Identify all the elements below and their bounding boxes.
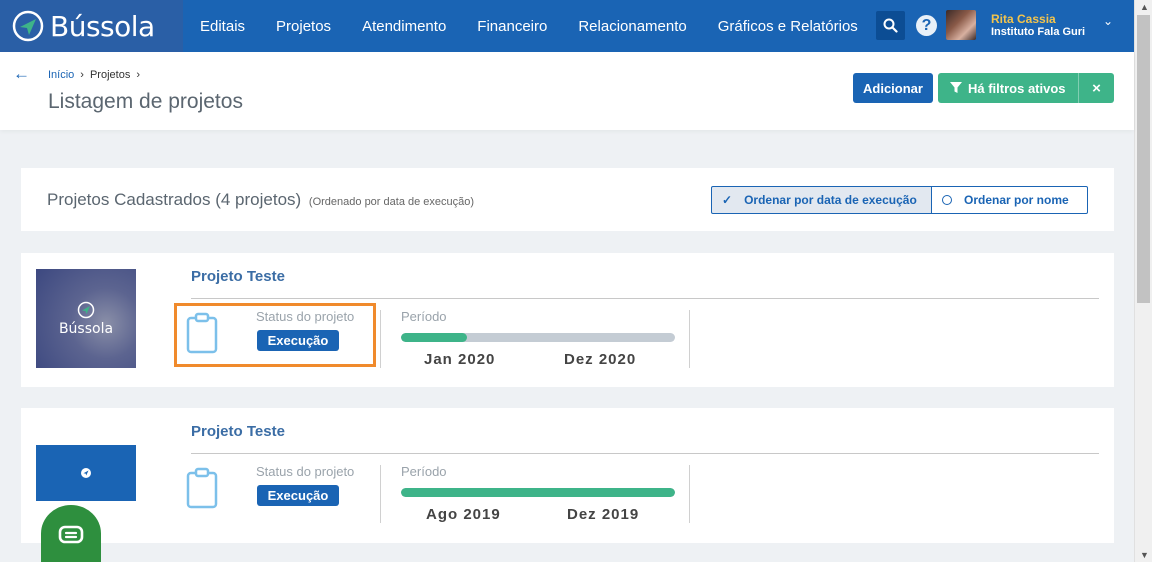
project-card[interactable]: Projeto Teste Status do projeto Execução… <box>21 408 1114 543</box>
check-icon: ✓ <box>722 193 733 207</box>
search-button[interactable] <box>876 11 905 40</box>
highlight-box <box>174 303 376 367</box>
nav-graficos-relatorios[interactable]: Gráficos e Relatórios <box>718 18 858 35</box>
search-icon <box>883 18 898 33</box>
nav-relacionamento[interactable]: Relacionamento <box>578 18 686 35</box>
divider <box>689 310 690 368</box>
page-scrollbar[interactable]: ▲ ▼ <box>1134 0 1152 562</box>
active-filters-button[interactable]: Há filtros ativos × <box>938 73 1114 103</box>
project-thumbnail[interactable] <box>36 445 136 501</box>
back-arrow-icon[interactable]: ← <box>13 64 30 84</box>
projects-sort-note: (Ordenado por data de execução) <box>308 196 475 208</box>
period-progress-bar <box>401 488 675 497</box>
help-icon[interactable]: ? <box>916 15 937 36</box>
logo-text: Bússola <box>50 9 155 43</box>
compass-icon <box>12 10 44 42</box>
breadcrumb: Início › Projetos › <box>48 69 140 81</box>
page-title: Listagem de projetos <box>48 90 243 113</box>
divider <box>191 453 1099 454</box>
sort-by-date-button[interactable]: ✓ Ordenar por data de execução <box>711 186 932 214</box>
period-label: Período <box>401 464 447 479</box>
status-label: Status do projeto <box>256 464 355 479</box>
project-thumbnail[interactable]: Bússola <box>36 269 136 368</box>
projects-count-title: Projetos Cadastrados (4 projetos) (Orden… <box>47 190 474 210</box>
sort-toggle: ✓ Ordenar por data de execução Ordenar p… <box>711 186 1088 214</box>
chevron-down-icon[interactable]: ⌄ <box>1103 14 1113 28</box>
user-name[interactable]: Rita Cassia <box>991 12 1056 26</box>
period-end: Dez 2019 <box>567 506 640 523</box>
period-progress-bar <box>401 333 675 342</box>
project-title[interactable]: Projeto Teste <box>191 268 285 285</box>
status-badge: Execução <box>257 485 339 506</box>
page-header: ← Início › Projetos › Listagem de projet… <box>0 52 1134 130</box>
breadcrumb-separator: › <box>136 69 140 81</box>
breadcrumb-current[interactable]: Projetos <box>90 69 130 81</box>
chat-button[interactable] <box>41 505 101 562</box>
clipboard-icon <box>186 467 218 509</box>
top-nav: Bússola Editais Projetos Atendimento Fin… <box>0 0 1134 52</box>
breadcrumb-separator: › <box>80 69 84 81</box>
breadcrumb-home[interactable]: Início <box>48 69 74 81</box>
divider <box>191 298 1099 299</box>
scroll-up-icon[interactable]: ▲ <box>1140 2 1149 12</box>
sort-by-name-button[interactable]: Ordenar por nome <box>932 186 1088 214</box>
app-logo[interactable]: Bússola <box>0 0 183 52</box>
filter-icon <box>950 82 962 93</box>
thumbnail-logo-text: Bússola <box>58 320 114 337</box>
add-button[interactable]: Adicionar <box>853 73 933 103</box>
projects-title: Projetos Cadastrados (4 projetos) <box>47 190 302 209</box>
period-start: Jan 2020 <box>424 351 496 368</box>
compass-icon <box>77 301 95 318</box>
period-progress-fill <box>401 333 467 342</box>
scroll-down-icon[interactable]: ▼ <box>1140 550 1149 560</box>
main-nav: Editais Projetos Atendimento Financeiro … <box>200 0 889 52</box>
sort-by-date-label: Ordenar por data de execução <box>744 193 917 207</box>
sort-by-name-label: Ordenar por nome <box>964 193 1069 207</box>
active-filters-label: Há filtros ativos <box>968 80 1066 96</box>
project-title[interactable]: Projeto Teste <box>191 423 285 440</box>
user-org[interactable]: Instituto Fala Guri <box>991 26 1085 38</box>
chat-icon <box>58 525 84 544</box>
period-label: Período <box>401 309 447 324</box>
period-start: Ago 2019 <box>426 506 501 523</box>
clear-filters-button[interactable]: × <box>1079 80 1114 97</box>
active-filters-toggle[interactable]: Há filtros ativos <box>938 81 1078 96</box>
period-progress-fill <box>401 488 675 497</box>
nav-atendimento[interactable]: Atendimento <box>362 18 446 35</box>
scroll-thumb[interactable] <box>1137 15 1150 303</box>
compass-icon <box>81 468 91 478</box>
divider <box>380 310 381 368</box>
nav-financeiro[interactable]: Financeiro <box>477 18 547 35</box>
avatar[interactable] <box>946 10 976 40</box>
period-end: Dez 2020 <box>564 351 637 368</box>
projects-header: Projetos Cadastrados (4 projetos) (Orden… <box>21 168 1114 231</box>
nav-editais[interactable]: Editais <box>200 18 245 35</box>
nav-projetos[interactable]: Projetos <box>276 18 331 35</box>
radio-icon <box>942 195 952 205</box>
divider <box>380 465 381 523</box>
divider <box>689 465 690 523</box>
